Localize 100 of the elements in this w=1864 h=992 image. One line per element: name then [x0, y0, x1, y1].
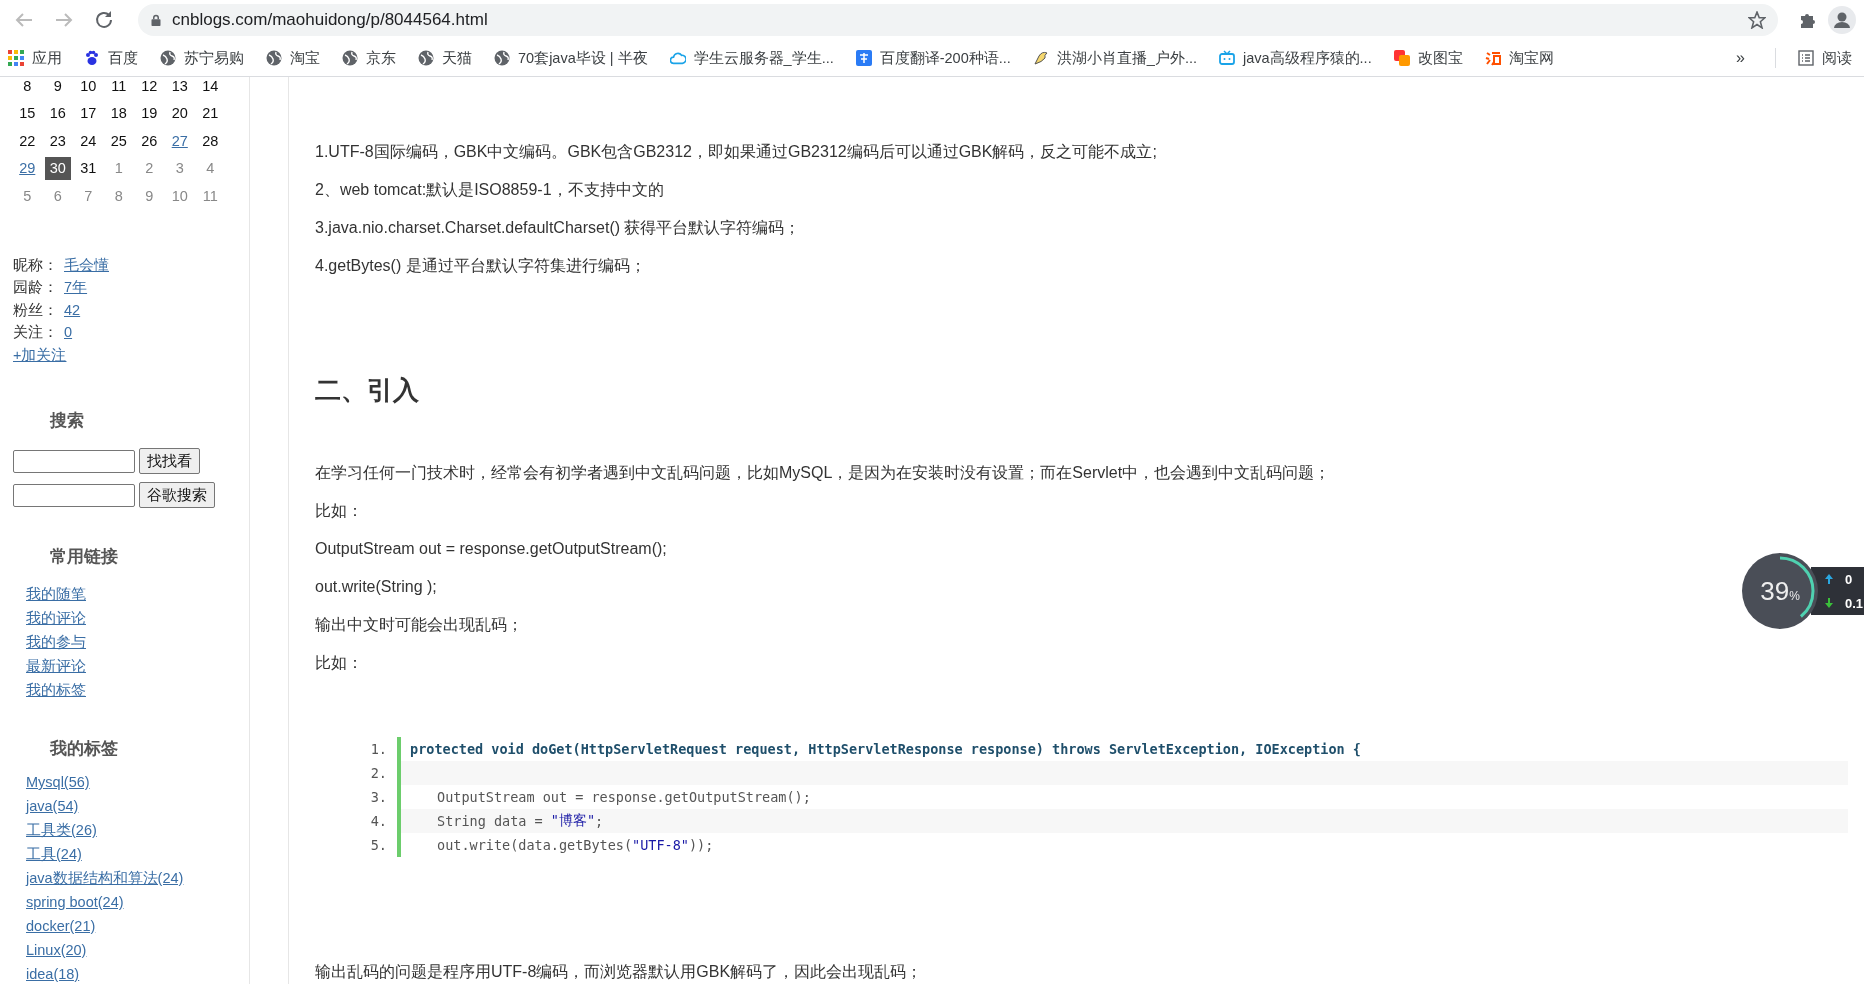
search-field[interactable]	[13, 450, 135, 473]
calendar-day[interactable]: 23	[42, 127, 73, 155]
bookmark-label: 京东	[366, 48, 396, 68]
apps-grid-icon	[8, 50, 24, 66]
bookmark-item[interactable]: 百度	[84, 48, 138, 68]
section-title: 我的标签	[50, 738, 119, 759]
sidebar-link[interactable]: 我的标签	[26, 682, 86, 698]
calendar-day[interactable]: 7	[73, 182, 104, 210]
tag-link[interactable]: docker(21)	[26, 918, 96, 934]
squares-icon	[1393, 50, 1410, 66]
bookmark-label: 淘宝网	[1508, 48, 1554, 68]
calendar-day[interactable]: 22	[12, 127, 43, 155]
calendar-day[interactable]: 2	[134, 154, 165, 182]
bookmark-label: 天猫	[442, 48, 472, 68]
bookmark-item[interactable]: 应用	[8, 48, 62, 68]
tag-link[interactable]: 工具类(26)	[26, 822, 97, 838]
section-title: 搜索	[50, 410, 85, 431]
line-number: 3.	[369, 789, 388, 805]
calendar-day[interactable]: 29	[12, 154, 43, 182]
reading-list-button[interactable]: 阅读	[1798, 48, 1852, 68]
paragraph-text: out.write(String );	[315, 578, 437, 595]
bookmark-item[interactable]: 苏宁易购	[160, 48, 244, 68]
star-icon[interactable]	[1748, 11, 1766, 29]
search-button[interactable]: 谷歌搜索	[139, 482, 215, 508]
list-icon	[1798, 50, 1814, 66]
calendar-day[interactable]: 10	[73, 77, 104, 100]
calendar-day[interactable]: 26	[134, 127, 165, 155]
bookmark-item[interactable]: 70套java毕设 | 半夜	[494, 48, 648, 68]
calendar-day[interactable]: 18	[103, 99, 134, 127]
bookmark-item[interactable]: 京东	[342, 48, 396, 68]
sidebar-link[interactable]: 最新评论	[26, 658, 86, 674]
calendar-day[interactable]: 4	[195, 154, 226, 182]
calendar-day[interactable]: 11	[195, 182, 226, 210]
calendar-day[interactable]: 28	[195, 127, 226, 155]
profile-avatar-icon[interactable]	[1828, 6, 1856, 34]
profile-value-link[interactable]: 7年	[64, 276, 88, 299]
paragraph-text: 在学习任何一门技术时，经常会有初学者遇到中文乱码问题，比如MySQL，是因为在安装时没有设置；而在Servlet中，也会遇到中文乱码问题；	[315, 464, 1331, 481]
section-heading: 二、引入	[315, 375, 419, 405]
calendar-day[interactable]: 20	[164, 99, 195, 127]
tag-link[interactable]: java数据结构和算法(24)	[26, 870, 184, 886]
sidebar-link[interactable]: 我的随笔	[26, 586, 86, 602]
reading-list-label: 阅读	[1822, 48, 1852, 68]
calendar-day[interactable]: 9	[134, 182, 165, 210]
globe-icon	[160, 50, 176, 66]
calendar-day[interactable]: 15	[12, 99, 43, 127]
calendar-day[interactable]: 17	[73, 99, 104, 127]
usage-meter[interactable]: 39%	[1741, 552, 1819, 630]
calendar-day[interactable]: 5	[12, 182, 43, 210]
url-text: cnblogs.com/maohuidong/p/8044564.html	[172, 10, 489, 30]
calendar-day[interactable]: 3	[164, 154, 195, 182]
usage-percent: 39%	[1760, 575, 1800, 607]
more-bookmarks-button[interactable]: »	[1736, 49, 1745, 67]
search-field[interactable]	[13, 484, 135, 507]
tag-link[interactable]: spring boot(24)	[26, 894, 124, 910]
calendar-day[interactable]: 21	[195, 99, 226, 127]
bookmark-item[interactable]: 改图宝	[1393, 48, 1463, 68]
profile-value-link[interactable]: 42	[64, 298, 81, 321]
calendar-day[interactable]: 12	[134, 77, 165, 100]
bookmark-item[interactable]: 天猫	[418, 48, 472, 68]
profile-value-link[interactable]: 0	[64, 321, 73, 344]
translate-icon	[855, 50, 872, 66]
calendar-day[interactable]: 24	[73, 127, 104, 155]
calendar-day[interactable]: 30	[44, 156, 71, 180]
tag-link[interactable]: 工具(24)	[26, 846, 82, 862]
line-number: 1.	[369, 741, 388, 757]
tag-link[interactable]: Linux(20)	[26, 942, 87, 958]
calendar-day[interactable]: 8	[103, 182, 134, 210]
bookmark-item[interactable]: java高级程序猿的...	[1219, 48, 1372, 68]
cloud-icon	[669, 50, 686, 66]
tag-link[interactable]: idea(18)	[26, 966, 80, 982]
up-arrow-icon	[1825, 574, 1833, 584]
address-bar[interactable]: cnblogs.com/maohuidong/p/8044564.html	[138, 4, 1778, 36]
sidebar-link[interactable]: 我的参与	[26, 634, 86, 650]
bookmark-label: 百度翻译-200种语...	[879, 48, 1011, 68]
calendar-day[interactable]: 13	[164, 77, 195, 100]
paragraph-text: 4.getBytes() 是通过平台默认字符集进行编码；	[315, 257, 646, 274]
calendar-day[interactable]: 27	[164, 127, 195, 155]
search-button[interactable]: 找找看	[139, 448, 200, 474]
calendar-day[interactable]: 8	[12, 77, 43, 100]
bookmark-item[interactable]: 淘宝网	[1484, 48, 1554, 68]
calendar-day[interactable]: 16	[42, 99, 73, 127]
calendar-day[interactable]: 9	[42, 77, 73, 100]
calendar-day[interactable]: 1	[103, 154, 134, 182]
down-arrow-icon	[1825, 598, 1833, 608]
follow-link[interactable]: +加关注	[13, 346, 67, 363]
profile-value-link[interactable]: 毛会懂	[64, 253, 109, 276]
calendar-day[interactable]: 10	[164, 182, 195, 210]
tag-link[interactable]: Mysql(56)	[26, 774, 90, 790]
calendar-day[interactable]: 6	[42, 182, 73, 210]
calendar-day[interactable]: 19	[134, 99, 165, 127]
paragraph-text: OutputStream out = response.getOutputStream();	[315, 540, 667, 557]
calendar-day[interactable]: 25	[103, 127, 134, 155]
sidebar-link[interactable]: 我的评论	[26, 610, 86, 626]
bookmark-item[interactable]: 淘宝	[266, 48, 320, 68]
tag-link[interactable]: java(54)	[26, 798, 79, 814]
calendar-day[interactable]: 11	[103, 77, 134, 100]
calendar-day[interactable]: 31	[73, 154, 104, 182]
logo-icon	[1484, 50, 1501, 66]
bookmark-item[interactable]: 百度翻译-200种语...	[855, 48, 1011, 68]
calendar-day[interactable]: 14	[195, 77, 226, 100]
